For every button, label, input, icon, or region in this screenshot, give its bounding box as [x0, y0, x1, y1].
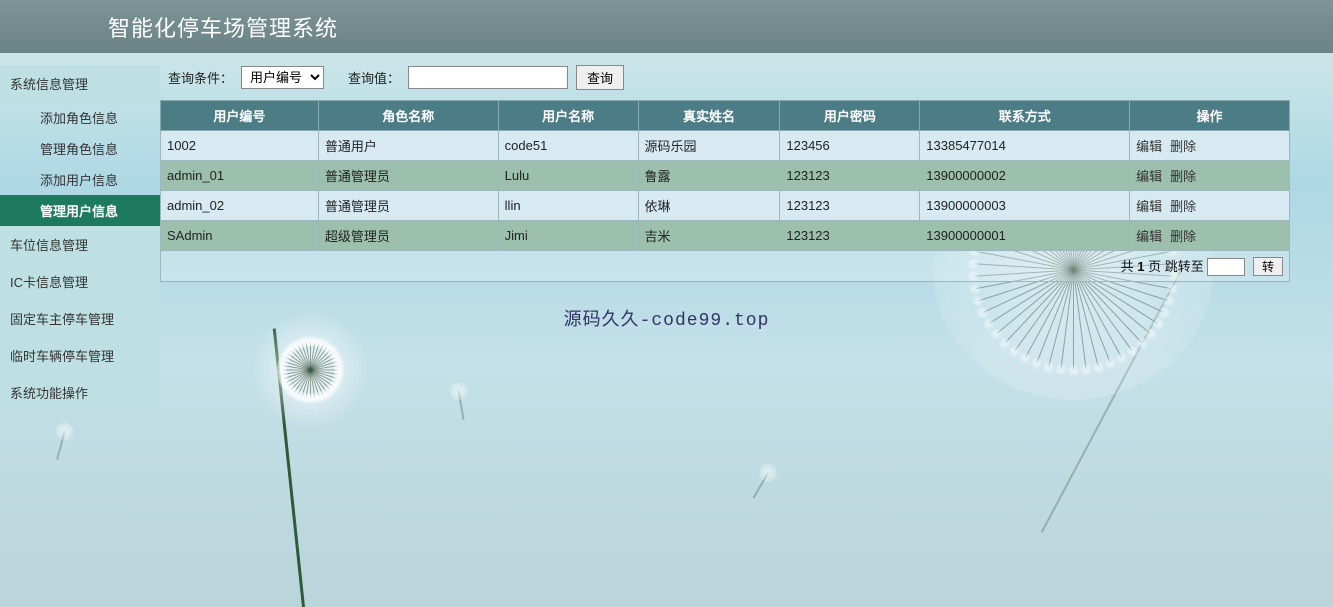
main-content: 查询条件： 用户编号 查询值： 查询 用户编号角色名称用户名称真实姓名用户密码联… — [160, 53, 1333, 411]
table-row: SAdmin超级管理员Jimi吉米12312313900000001编辑删除 — [161, 221, 1290, 251]
table-cell: 13900000002 — [920, 161, 1130, 191]
table-header: 用户编号 — [161, 101, 319, 131]
table-cell-actions: 编辑删除 — [1130, 191, 1290, 221]
table-cell-actions: 编辑删除 — [1130, 221, 1290, 251]
table-cell-actions: 编辑删除 — [1130, 161, 1290, 191]
app-header: 智能化停车场管理系统 — [0, 0, 1333, 53]
edit-link[interactable]: 编辑 — [1136, 139, 1162, 154]
pager-mid: 页 跳转至 — [1145, 259, 1208, 274]
pager: 共 1 页 跳转至 转 — [160, 251, 1290, 282]
sidebar-group[interactable]: IC卡信息管理 — [0, 263, 160, 300]
table-cell: 鲁露 — [638, 161, 780, 191]
query-bar: 查询条件： 用户编号 查询值： 查询 — [160, 65, 1333, 100]
query-submit-button[interactable]: 查询 — [576, 65, 624, 90]
table-cell: 普通管理员 — [318, 191, 498, 221]
table-cell: 源码乐园 — [638, 131, 780, 161]
user-table: 用户编号角色名称用户名称真实姓名用户密码联系方式操作 1002普通用户code5… — [160, 100, 1290, 251]
table-cell: admin_01 — [161, 161, 319, 191]
table-header: 操作 — [1130, 101, 1290, 131]
query-cond-label: 查询条件： — [168, 68, 233, 87]
edit-link[interactable]: 编辑 — [1136, 169, 1162, 184]
watermark-text: 源码久久-code99.top — [0, 305, 1333, 331]
table-cell: 普通管理员 — [318, 161, 498, 191]
table-cell: Jimi — [498, 221, 638, 251]
query-value-label: 查询值： — [348, 68, 400, 87]
table-cell: 依琳 — [638, 191, 780, 221]
pager-total: 1 — [1137, 259, 1144, 274]
table-header: 用户密码 — [780, 101, 920, 131]
sidebar-item[interactable]: 添加角色信息 — [0, 102, 160, 133]
table-cell: 吉米 — [638, 221, 780, 251]
table-cell: 123123 — [780, 191, 920, 221]
table-row: admin_02普通管理员llin依琳12312313900000003编辑删除 — [161, 191, 1290, 221]
table-cell: SAdmin — [161, 221, 319, 251]
table-header: 用户名称 — [498, 101, 638, 131]
table-cell: 123123 — [780, 161, 920, 191]
table-cell: 123123 — [780, 221, 920, 251]
sidebar-item[interactable]: 管理用户信息 — [0, 195, 160, 226]
table-header: 联系方式 — [920, 101, 1130, 131]
edit-link[interactable]: 编辑 — [1136, 199, 1162, 214]
table-row: admin_01普通管理员Lulu鲁露12312313900000002编辑删除 — [161, 161, 1290, 191]
delete-link[interactable]: 删除 — [1170, 199, 1196, 214]
table-cell: 普通用户 — [318, 131, 498, 161]
sidebar-group[interactable]: 系统功能操作 — [0, 374, 160, 411]
pager-jump-input[interactable] — [1207, 258, 1245, 276]
table-cell: Lulu — [498, 161, 638, 191]
table-cell: 123456 — [780, 131, 920, 161]
table-cell: 超级管理员 — [318, 221, 498, 251]
query-value-input[interactable] — [408, 66, 568, 89]
delete-link[interactable]: 删除 — [1170, 139, 1196, 154]
sidebar-item[interactable]: 管理角色信息 — [0, 133, 160, 164]
table-cell: admin_02 — [161, 191, 319, 221]
sidebar-item[interactable]: 添加用户信息 — [0, 164, 160, 195]
pager-prefix: 共 — [1121, 259, 1138, 274]
table-cell: 13385477014 — [920, 131, 1130, 161]
query-field-select[interactable]: 用户编号 — [241, 66, 324, 89]
sidebar-nav: 系统信息管理添加角色信息管理角色信息添加用户信息管理用户信息车位信息管理IC卡信… — [0, 53, 160, 411]
app-title: 智能化停车场管理系统 — [108, 11, 338, 43]
sidebar-group[interactable]: 车位信息管理 — [0, 226, 160, 263]
table-cell: code51 — [498, 131, 638, 161]
table-row: 1002普通用户code51源码乐园12345613385477014编辑删除 — [161, 131, 1290, 161]
table-cell: 13900000003 — [920, 191, 1130, 221]
edit-link[interactable]: 编辑 — [1136, 229, 1162, 244]
table-header: 角色名称 — [318, 101, 498, 131]
delete-link[interactable]: 删除 — [1170, 169, 1196, 184]
table-cell: 13900000001 — [920, 221, 1130, 251]
table-cell-actions: 编辑删除 — [1130, 131, 1290, 161]
pager-go-button[interactable]: 转 — [1253, 257, 1283, 276]
table-header: 真实姓名 — [638, 101, 780, 131]
sidebar-group[interactable]: 临时车辆停车管理 — [0, 337, 160, 374]
table-cell: llin — [498, 191, 638, 221]
sidebar-group[interactable]: 系统信息管理 — [0, 65, 160, 102]
delete-link[interactable]: 删除 — [1170, 229, 1196, 244]
table-cell: 1002 — [161, 131, 319, 161]
